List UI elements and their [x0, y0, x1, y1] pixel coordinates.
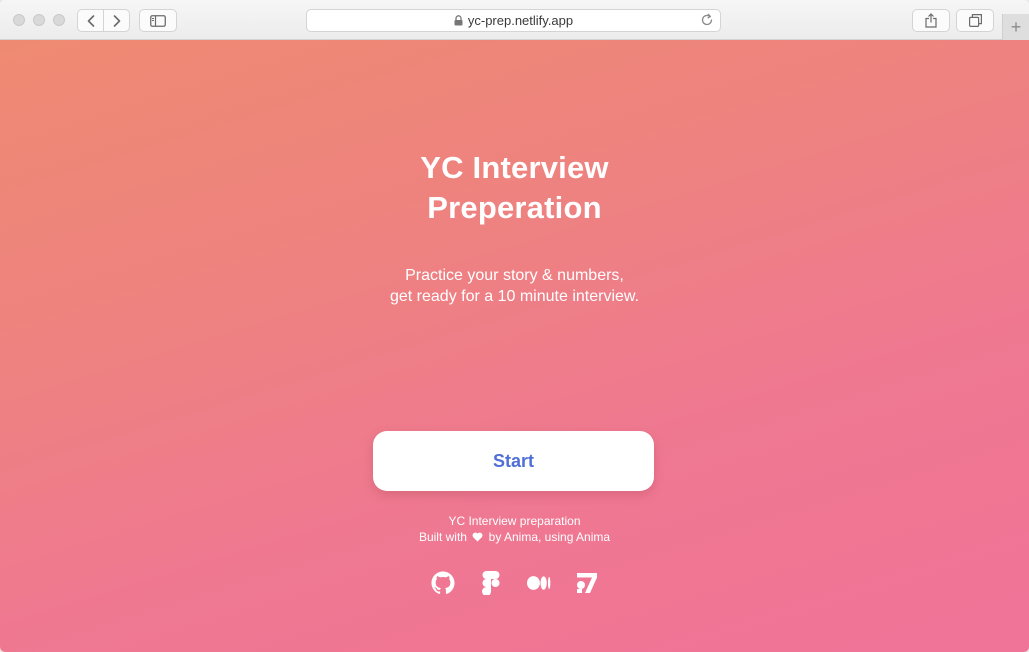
tabs-overview-button[interactable]	[956, 9, 994, 32]
footer: YC Interview preparation Built with by A…	[0, 513, 1029, 546]
share-icon	[925, 13, 937, 28]
page-content: YC Interview Preperation Practice your s…	[0, 40, 1029, 652]
history-navigation	[77, 9, 130, 32]
forward-button[interactable]	[103, 10, 129, 31]
medium-icon	[526, 576, 550, 590]
social-links	[0, 571, 1029, 595]
browser-toolbar: yc-prep.netlify.app +	[0, 0, 1029, 40]
title-line-1: YC Interview	[420, 150, 609, 185]
browser-window: yc-prep.netlify.app + YC Interview Prepe…	[0, 0, 1029, 652]
address-bar[interactable]: yc-prep.netlify.app	[306, 9, 721, 32]
sidebar-icon	[150, 14, 166, 27]
new-tab-button[interactable]: +	[1002, 14, 1029, 40]
zoom-window-button[interactable]	[53, 14, 65, 26]
close-window-button[interactable]	[13, 14, 25, 26]
anima-link[interactable]	[575, 571, 599, 595]
subtitle-line-1: Practice your story & numbers,	[405, 267, 624, 284]
footer-app-name: YC Interview preparation	[448, 514, 581, 528]
page-title: YC Interview Preperation	[0, 148, 1029, 228]
tabs-icon	[968, 14, 982, 27]
figma-icon	[481, 571, 499, 595]
github-icon	[431, 571, 454, 594]
sidebar-toggle-button[interactable]	[139, 9, 177, 32]
anima-icon	[576, 573, 597, 593]
page-subtitle: Practice your story & numbers, get ready…	[0, 265, 1029, 307]
figma-link[interactable]	[479, 571, 503, 595]
share-button[interactable]	[912, 9, 950, 32]
plus-icon: +	[1010, 17, 1022, 37]
github-link[interactable]	[431, 571, 455, 595]
chevron-right-icon	[113, 14, 120, 27]
start-button[interactable]: Start	[373, 431, 654, 491]
lock-icon	[454, 15, 463, 26]
footer-credits: Built with by Anima, using Anima	[0, 529, 1029, 546]
back-button[interactable]	[78, 10, 103, 31]
heart-icon	[472, 530, 483, 546]
reload-icon[interactable]	[700, 13, 714, 27]
url-text: yc-prep.netlify.app	[467, 13, 574, 28]
chevron-left-icon	[87, 14, 94, 27]
footer-built-with: Built with	[418, 530, 467, 544]
subtitle-line-2: get ready for a 10 minute interview.	[389, 288, 640, 305]
title-line-2: Preperation	[427, 190, 602, 225]
medium-link[interactable]	[526, 571, 551, 595]
footer-by: by Anima, using Anima	[488, 530, 611, 544]
minimize-window-button[interactable]	[33, 14, 45, 26]
